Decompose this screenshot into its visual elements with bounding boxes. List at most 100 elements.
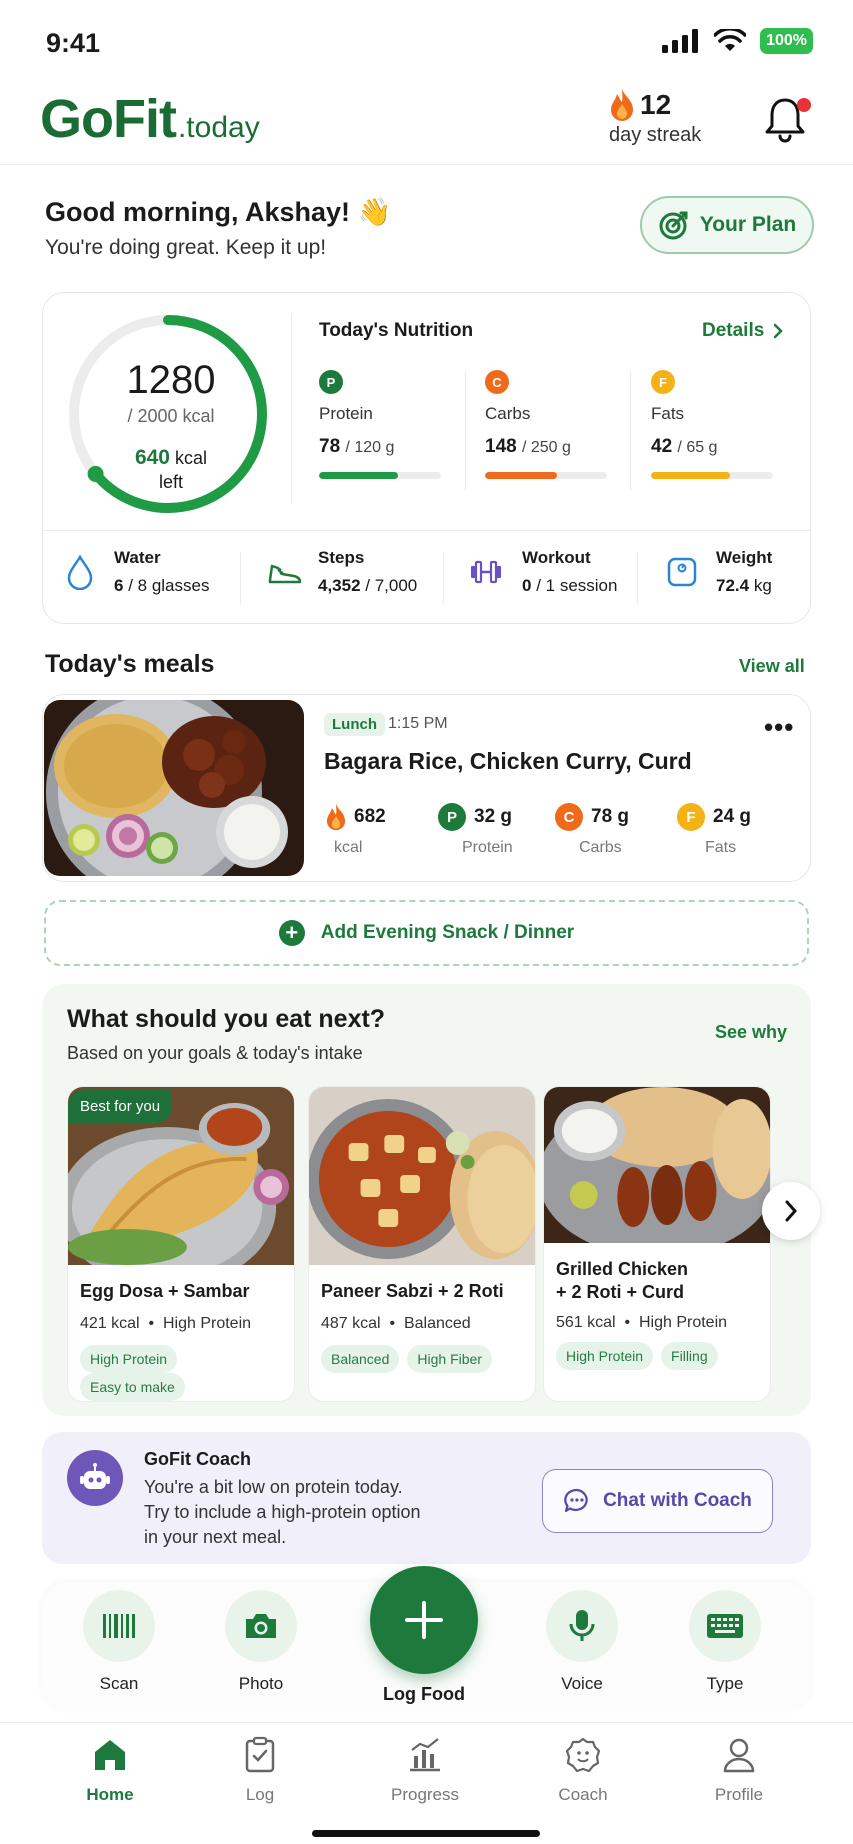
carbs-label: Carbs <box>485 404 531 423</box>
chip: High Fiber <box>407 1345 492 1373</box>
target-icon <box>659 211 688 240</box>
chat-with-coach-button[interactable]: Chat with Coach <box>542 1469 773 1533</box>
tab-progress[interactable]: Progress <box>365 1736 485 1805</box>
your-plan-button[interactable]: Your Plan <box>640 196 814 254</box>
carbs-goal: / 250 g <box>521 439 571 456</box>
suggestion-tag: Balanced <box>403 1315 471 1332</box>
carbs-badge: C <box>555 803 583 831</box>
greeting-subtitle: You're doing great. Keep it up! <box>45 236 327 259</box>
details-link[interactable]: Details <box>702 320 784 342</box>
meal-fats-label: Fats <box>705 839 737 856</box>
weight-stat[interactable]: Weight 72.4 kg <box>666 548 772 596</box>
steps-goal: / 7,000 <box>360 576 418 595</box>
notification-dot <box>797 98 811 112</box>
workout-value: 0 / 1 session <box>522 576 617 596</box>
macro-carbs: C Carbs 148 / 250 g <box>485 370 610 479</box>
suggestions-subtitle: Based on your goals & today's intake <box>67 1043 363 1063</box>
type-button[interactable] <box>689 1590 761 1662</box>
fats-amount: 42 <box>651 436 673 457</box>
tab-home[interactable]: Home <box>50 1736 170 1805</box>
photo-button[interactable] <box>225 1590 297 1662</box>
scan-button[interactable] <box>83 1590 155 1662</box>
tab-coach[interactable]: Coach <box>523 1736 643 1805</box>
steps-stat[interactable]: Steps 4,352 / 7,000 <box>266 548 417 596</box>
home-icon <box>95 1740 125 1770</box>
view-all-link[interactable]: View all <box>739 656 805 677</box>
more-options-icon[interactable]: ••• <box>764 712 794 743</box>
stat-divider <box>240 552 241 604</box>
tab-bar-divider <box>0 1722 853 1723</box>
coach-message: You're a bit low on protein today. Try t… <box>144 1475 444 1550</box>
meal-type-tag: Lunch <box>324 713 385 736</box>
chip: High Protein <box>556 1342 654 1370</box>
voice-action[interactable]: Voice <box>527 1590 637 1694</box>
type-action[interactable]: Type <box>670 1590 780 1694</box>
suggestion-meta: 421 kcal • High Protein <box>80 1315 252 1332</box>
meals-section-title: Today's meals <box>45 650 215 678</box>
protein-bar <box>319 472 441 479</box>
camera-icon <box>246 1614 276 1638</box>
log-food-label: Log Food <box>383 1684 465 1704</box>
logo-suffix: .today <box>177 111 260 144</box>
tab-home-label: Home <box>86 1785 134 1804</box>
protein-value: 78 / 120 g <box>319 436 444 458</box>
calories-left-value: 640 <box>134 446 170 469</box>
streak-counter[interactable]: 12 <box>608 88 671 122</box>
workout-stat[interactable]: Workout 0 / 1 session <box>468 548 617 596</box>
barcode-icon <box>103 1614 135 1638</box>
plus-icon <box>405 1601 443 1639</box>
scan-label: Scan <box>99 1674 139 1693</box>
chip: Easy to make <box>80 1373 185 1401</box>
meal-carbs-label: Carbs <box>579 839 622 856</box>
steps-count: 4,352 <box>318 576 361 595</box>
add-snack-button[interactable]: + Add Evening Snack / Dinner <box>44 900 809 966</box>
protein-badge: P <box>438 803 466 831</box>
battery-indicator: 100% <box>760 28 813 54</box>
suggestion-card[interactable]: Paneer Sabzi + 2 Roti 487 kcal • Balance… <box>308 1086 536 1402</box>
nutrition-title: Today's Nutrition <box>319 320 474 341</box>
stat-divider <box>443 552 444 604</box>
voice-button[interactable] <box>546 1590 618 1662</box>
tab-profile-label: Profile <box>714 1785 764 1804</box>
suggestion-name: Egg Dosa + Sambar <box>80 1281 250 1301</box>
suggestion-card[interactable]: Grilled Chicken + 2 Roti + Curd 561 kcal … <box>543 1086 771 1402</box>
logo-main: GoFit <box>40 89 177 149</box>
coach-avatar <box>67 1450 123 1506</box>
suggestion-kcal: 487 kcal <box>321 1315 381 1332</box>
fats-label: Fats <box>651 404 685 423</box>
carbs-badge: C <box>485 370 509 394</box>
type-label: Type <box>706 1674 744 1693</box>
weight-amount: 72.4 <box>716 576 750 595</box>
next-arrow-button[interactable] <box>762 1182 820 1240</box>
tab-log[interactable]: Log <box>200 1736 320 1805</box>
plus-icon: + <box>278 920 305 946</box>
suggestions-title: What should you eat next? <box>67 1005 386 1033</box>
chip: Filling <box>661 1342 718 1370</box>
scan-action[interactable]: Scan <box>64 1590 174 1694</box>
coach-message-line2: Try to include a high-protein option <box>144 1502 421 1522</box>
weight-title: Weight <box>716 548 773 567</box>
microphone-icon <box>569 1610 595 1641</box>
tab-log-label: Log <box>245 1785 275 1804</box>
meal-kcal: 682 kcal <box>324 803 404 857</box>
carbs-bar <box>485 472 607 479</box>
meal-time: 1:15 PM <box>388 715 448 732</box>
suggestion-name-line2: + 2 Roti + Curd <box>556 1282 685 1302</box>
water-stat[interactable]: Water 6 / 8 glasses <box>66 548 209 596</box>
meal-kcal-value: 682 <box>354 806 386 827</box>
see-why-link[interactable]: See why <box>715 1022 787 1043</box>
macro-divider <box>465 372 466 490</box>
details-label: Details <box>702 320 765 341</box>
photo-action[interactable]: Photo <box>206 1590 316 1694</box>
voice-label: Voice <box>561 1674 603 1693</box>
protein-goal: / 120 g <box>345 439 395 456</box>
suggestion-name: Paneer Sabzi + 2 Roti <box>321 1281 504 1301</box>
tab-profile[interactable]: Profile <box>679 1736 799 1805</box>
ring-divider <box>291 314 292 504</box>
meal-fats: F 24 g Fats <box>677 803 777 857</box>
carbs-amount: 148 <box>485 436 517 457</box>
suggestion-card[interactable]: Egg Dosa + Sambar 421 kcal • High Protei… <box>67 1086 295 1402</box>
calories-left-unit: kcal <box>175 448 208 468</box>
steps-value: 4,352 / 7,000 <box>318 576 417 596</box>
log-food-button[interactable] <box>370 1566 478 1674</box>
